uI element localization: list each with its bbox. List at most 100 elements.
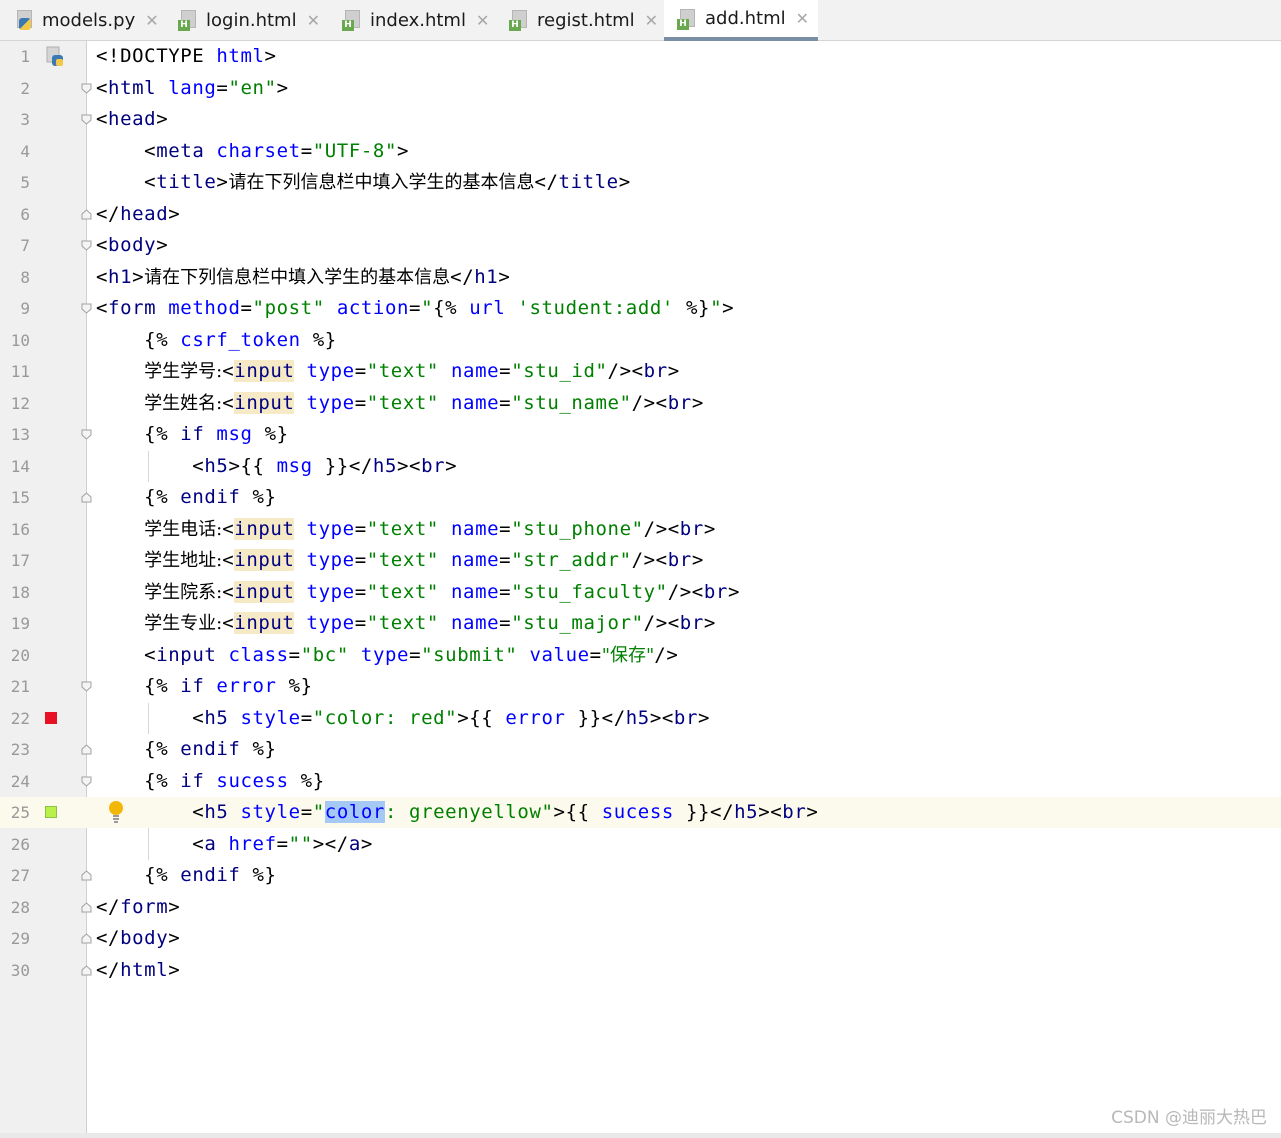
fold-icon[interactable]: [81, 681, 92, 692]
code-line: 13 {% if msg %}: [0, 419, 1281, 450]
label-text: 学生学号:: [144, 361, 223, 382]
code-line: 27 {% endif %}: [0, 860, 1281, 891]
close-icon[interactable]: ✕: [645, 11, 658, 30]
code-text: {% csrf_token %}: [96, 329, 337, 351]
tab-regist-html[interactable]: regist.html ✕: [509, 0, 661, 40]
line-number: 25: [10, 803, 30, 822]
fold-end-icon[interactable]: [81, 933, 92, 944]
horizontal-scrollbar[interactable]: [0, 1133, 1281, 1138]
code-text: 学生学号:<input type="text" name="stu_id"/><…: [144, 360, 680, 382]
line-number: 6: [20, 205, 30, 224]
code-text: <h5 style="color: greenyellow">{{ sucess…: [96, 801, 819, 823]
code-line: 29 </body>: [0, 923, 1281, 954]
code-text: {% endif %}: [96, 864, 277, 886]
code-line: 19 学生专业:<input type="text" name="stu_maj…: [0, 608, 1281, 639]
tab-label: index.html: [370, 9, 466, 31]
fold-end-icon[interactable]: [81, 902, 92, 913]
code-line: 20 <input class="bc" type="submit" value…: [0, 640, 1281, 671]
editor-tab-bar: models.py ✕ login.html ✕ index.html ✕ re…: [0, 0, 1281, 41]
line-number: 15: [10, 488, 30, 507]
fold-icon[interactable]: [81, 429, 92, 440]
line-number: 22: [10, 709, 30, 728]
fold-end-icon[interactable]: [81, 870, 92, 881]
line-number: 13: [10, 425, 30, 444]
tab-label: login.html: [206, 9, 297, 31]
tab-index-html[interactable]: index.html ✕: [342, 0, 494, 40]
code-line: 12 学生姓名:<input type="text" name="stu_nam…: [0, 388, 1281, 419]
line-number: 26: [10, 835, 30, 854]
code-line: 23 {% endif %}: [0, 734, 1281, 765]
line-number: 30: [10, 961, 30, 980]
line-number: 8: [20, 268, 30, 287]
close-icon[interactable]: ✕: [476, 11, 489, 30]
line-number: 1: [20, 47, 30, 66]
line-number: 23: [10, 740, 30, 759]
line-number: 24: [10, 772, 30, 791]
code-text: <a href=""></a>: [96, 833, 373, 855]
code-line: 11 学生学号:<input type="text" name="stu_id"…: [0, 356, 1281, 387]
code-text: <form method="post" action="{% url 'stud…: [96, 297, 735, 319]
code-line: 10 {% csrf_token %}: [0, 325, 1281, 356]
code-text: <title>请在下列信息栏中填入学生的基本信息</title>: [96, 171, 631, 193]
close-icon[interactable]: ✕: [307, 11, 320, 30]
code-text: <body>: [96, 234, 169, 256]
line-number: 11: [10, 362, 30, 381]
fold-end-icon[interactable]: [81, 209, 92, 220]
code-text: <input class="bc" type="submit" value="保…: [96, 644, 679, 666]
fold-icon[interactable]: [81, 303, 92, 314]
color-swatch-greenyellow-icon[interactable]: [45, 806, 57, 818]
python-file-icon: [14, 8, 34, 32]
fold-end-icon[interactable]: [81, 965, 92, 976]
code-text: 学生姓名:<input type="text" name="stu_name"/…: [144, 392, 704, 414]
code-line: 14 <h5>{{ msg }}</h5><br>: [0, 451, 1281, 482]
close-icon[interactable]: ✕: [796, 9, 809, 28]
line-number: 7: [20, 236, 30, 255]
code-line: 8 <h1>请在下列信息栏中填入学生的基本信息</h1>: [0, 262, 1281, 293]
code-text: <meta charset="UTF-8">: [96, 140, 410, 162]
fold-end-icon[interactable]: [81, 744, 92, 755]
label-text: 学生地址:: [144, 550, 223, 571]
fold-icon[interactable]: [81, 114, 92, 125]
label-text: 学生专业:: [144, 613, 223, 634]
tab-add-html[interactable]: add.html ✕: [664, 0, 818, 41]
code-line: 18 学生院系:<input type="text" name="stu_fac…: [0, 577, 1281, 608]
style-value: "color: red": [312, 707, 458, 729]
name-value: "str_addr": [511, 549, 632, 571]
code-line: 22 <h5 style="color: red">{{ error }}</h…: [0, 703, 1281, 734]
line-number: 17: [10, 551, 30, 570]
code-line: 3 <head>: [0, 104, 1281, 135]
code-line-current: 25 <h5 style="color: greenyellow">{{ suc…: [0, 797, 1281, 828]
style-value: : greenyellow": [384, 801, 554, 823]
fold-icon[interactable]: [81, 776, 92, 787]
line-number: 16: [10, 520, 30, 539]
line-number: 9: [20, 299, 30, 318]
code-line: 30 </html>: [0, 955, 1281, 986]
tab-login-html[interactable]: login.html ✕: [178, 0, 326, 40]
code-line: 16 学生电话:<input type="text" name="stu_pho…: [0, 514, 1281, 545]
fold-icon[interactable]: [81, 240, 92, 251]
code-text: 学生地址:<input type="text" name="str_addr"/…: [144, 549, 704, 571]
color-swatch-red-icon[interactable]: [45, 712, 57, 724]
line-number: 10: [10, 331, 30, 350]
label-text: 学生姓名:: [144, 393, 223, 414]
line-number: 28: [10, 898, 30, 917]
code-text: <h5>{{ msg }}</h5><br>: [96, 455, 458, 477]
line-number: 20: [10, 646, 30, 665]
line-number: 2: [20, 79, 30, 98]
code-text: {% if msg %}: [96, 423, 289, 445]
tab-models-py[interactable]: models.py ✕: [14, 0, 166, 40]
line-number: 19: [10, 614, 30, 633]
fold-end-icon[interactable]: [81, 492, 92, 503]
code-line: 2 <html lang="en">: [0, 73, 1281, 104]
code-text: </form>: [96, 896, 181, 918]
code-text: 学生专业:<input type="text" name="stu_major"…: [144, 612, 716, 634]
code-text: <head>: [96, 108, 169, 130]
tab-label: add.html: [705, 8, 786, 29]
python-file-icon[interactable]: [45, 46, 65, 68]
code-text: <html lang="en">: [96, 77, 289, 99]
fold-icon[interactable]: [81, 83, 92, 94]
label-text: 学生院系:: [144, 582, 223, 603]
html-file-icon: [509, 8, 529, 32]
code-line: 6 </head>: [0, 199, 1281, 230]
close-icon[interactable]: ✕: [145, 11, 158, 30]
